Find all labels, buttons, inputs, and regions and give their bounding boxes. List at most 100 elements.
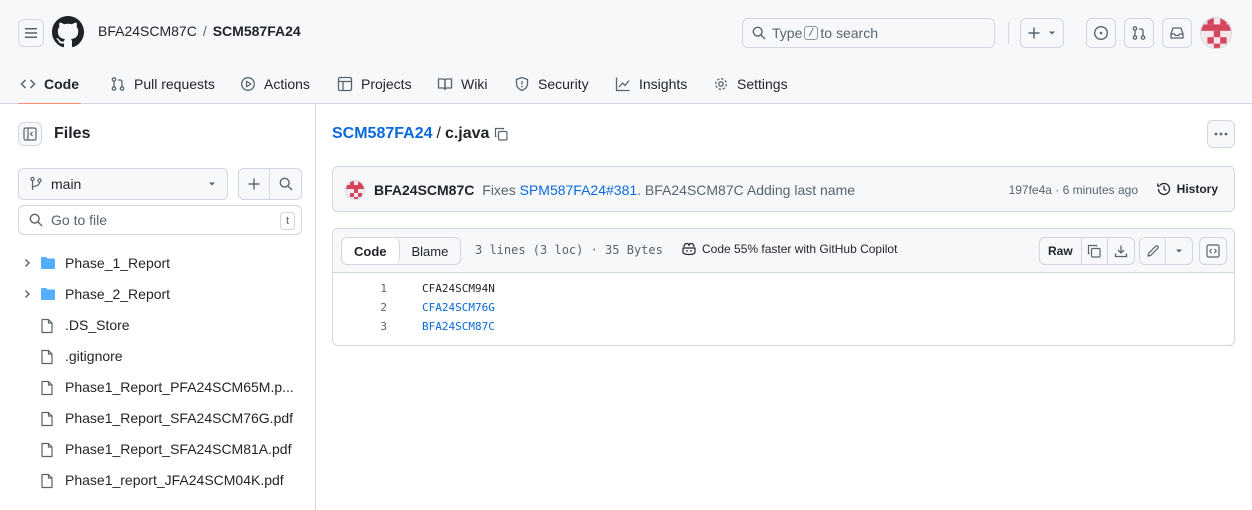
tab-pull-requests[interactable]: Pull requests <box>110 64 215 104</box>
tree-item-label: .DS_Store <box>65 317 130 333</box>
tab-wiki[interactable]: Wiki <box>437 64 487 104</box>
tab-label: Insights <box>639 76 688 92</box>
issues-button[interactable] <box>1086 18 1116 48</box>
add-file-button[interactable] <box>239 169 271 199</box>
commit-author[interactable]: BFA24SCM87C <box>374 182 474 198</box>
file-icon <box>41 380 53 396</box>
file-icon <box>41 349 53 365</box>
download-button[interactable] <box>1108 238 1134 264</box>
tab-insights[interactable]: Insights <box>615 64 687 104</box>
edit-actions-group <box>1139 237 1193 265</box>
copy-icon[interactable] <box>494 127 509 141</box>
file-actions-group: Raw <box>1039 237 1135 265</box>
download-icon <box>1114 245 1127 258</box>
commit-author-avatar[interactable] <box>345 180 365 200</box>
user-avatar[interactable] <box>1200 17 1232 49</box>
collapse-sidebar-button[interactable] <box>18 122 42 146</box>
file-tree-sidebar: Files main Go to file t Phase_1_Report P… <box>0 104 316 510</box>
tab-code[interactable]: Code <box>18 64 81 105</box>
line-number[interactable]: 1 <box>333 282 387 295</box>
inbox-button[interactable] <box>1162 18 1192 48</box>
tree-item-phase1-report-sfa81a[interactable]: Phase1_Report_SFA24SCM81A.pdf <box>0 434 316 465</box>
owner-link[interactable]: BFA24SCM87C <box>98 23 197 39</box>
tab-label: Actions <box>264 76 310 92</box>
commit-meta[interactable]: 197fe4a · 6 minutes ago <box>1009 183 1138 197</box>
tab-security[interactable]: Security <box>514 64 589 104</box>
commit-message-prefix: Fixes <box>482 182 516 198</box>
blame-view-tab[interactable]: Blame <box>400 238 461 264</box>
breadcrumb-separator: / <box>202 23 207 39</box>
code-line: 1 CFA24SCM94N <box>333 279 1234 298</box>
code-text: CFA24SCM94N <box>422 282 495 295</box>
copilot-promo-link[interactable]: Code 55% faster with GitHub Copilot <box>681 242 897 256</box>
tab-label: Pull requests <box>134 76 215 92</box>
tree-item-label: Phase_2_Report <box>65 286 171 302</box>
tab-label: Security <box>538 76 589 92</box>
issue-opened-icon <box>1093 25 1109 41</box>
copy-raw-button[interactable] <box>1082 238 1108 264</box>
github-logo-icon[interactable] <box>52 16 84 48</box>
tree-item-gitignore[interactable]: .gitignore <box>0 341 316 372</box>
tree-item-phase1-report-jfa[interactable]: Phase1_report_JFA24SCM04K.pdf <box>0 465 316 496</box>
sidebar-header: Files <box>18 122 90 146</box>
tab-label: Code <box>44 76 79 92</box>
menu-button[interactable] <box>18 19 44 47</box>
commit-message-text[interactable]: Fixes SPM587FA24#381. BFA24SCM87C Adding… <box>482 182 855 198</box>
commit-issue-ref[interactable]: SPM587FA24#381 <box>520 182 638 198</box>
kebab-horizontal-icon <box>1214 132 1228 136</box>
tree-item-phase1-report-pfa[interactable]: Phase1_Report_PFA24SCM65M.p... <box>0 372 316 403</box>
copy-icon <box>1088 244 1101 258</box>
tree-item-label: Phase1_report_JFA24SCM04K.pdf <box>65 472 284 488</box>
tree-item-label: Phase1_Report_SFA24SCM81A.pdf <box>65 441 292 457</box>
more-options-button[interactable] <box>1207 120 1235 148</box>
pull-requests-button[interactable] <box>1124 18 1154 48</box>
tab-projects[interactable]: Projects <box>337 64 412 104</box>
line-number[interactable]: 2 <box>333 301 387 314</box>
tab-label: Projects <box>361 76 412 92</box>
plus-icon <box>1028 27 1040 39</box>
tree-item-phase-2-report[interactable]: Phase_2_Report <box>0 279 316 310</box>
tab-actions[interactable]: Actions <box>240 64 310 104</box>
view-mode-toggle: Code Blame <box>341 237 462 265</box>
code-view-tab[interactable]: Code <box>342 238 400 264</box>
graph-icon <box>615 77 630 92</box>
file-viewer-header: Code Blame 3 lines (3 loc) · 35 Bytes Co… <box>333 229 1234 273</box>
symbols-panel-button[interactable] <box>1199 237 1227 265</box>
tree-item-phase-1-report[interactable]: Phase_1_Report <box>0 248 316 279</box>
edit-file-button[interactable] <box>1140 238 1166 264</box>
sidebar-title: Files <box>54 125 91 142</box>
path-repo-link[interactable]: SCM587FA24 <box>332 125 433 143</box>
file-viewer: Code Blame 3 lines (3 loc) · 35 Bytes Co… <box>332 228 1235 346</box>
sidebar-collapse-icon <box>23 127 37 141</box>
branch-name: main <box>51 176 82 192</box>
branch-selector[interactable]: main <box>18 168 228 200</box>
tree-item-ds-store[interactable]: .DS_Store <box>0 310 316 341</box>
code-text: BFA24SCM87C <box>422 320 495 333</box>
latest-commit-bar: BFA24SCM87C Fixes SPM587FA24#381. BFA24S… <box>332 166 1235 212</box>
tree-item-label: Phase1_Report_PFA24SCM65M.p... <box>65 379 294 395</box>
tree-item-phase1-report-sfa76g[interactable]: Phase1_Report_SFA24SCM76G.pdf <box>0 403 316 434</box>
folder-icon <box>41 288 55 300</box>
commit-message-suffix: . BFA24SCM87C Adding last name <box>637 182 856 198</box>
chevron-right-icon <box>25 259 30 267</box>
history-button[interactable]: History <box>1156 181 1218 197</box>
repo-link[interactable]: SCM587FA24 <box>213 23 301 39</box>
search-files-button[interactable] <box>270 169 301 199</box>
search-input[interactable]: Type / to search <box>742 18 995 48</box>
table-icon <box>337 76 353 92</box>
create-new-button[interactable] <box>1020 18 1064 48</box>
search-icon <box>752 26 766 40</box>
file-icon <box>41 411 53 427</box>
line-number[interactable]: 3 <box>333 320 387 333</box>
branch-icon <box>30 176 42 190</box>
app-header: BFA24SCM87C / SCM587FA24 Type / to search <box>0 0 1252 105</box>
play-icon <box>241 77 255 91</box>
pencil-icon <box>1146 245 1159 257</box>
go-to-file-input[interactable]: Go to file t <box>18 205 302 235</box>
tab-settings[interactable]: Settings <box>713 64 788 104</box>
search-suffix: to search <box>820 25 878 41</box>
file-icon <box>41 318 53 334</box>
code-text: CFA24SCM76G <box>422 301 495 314</box>
edit-options-button[interactable] <box>1166 238 1192 264</box>
raw-button[interactable]: Raw <box>1040 238 1082 264</box>
